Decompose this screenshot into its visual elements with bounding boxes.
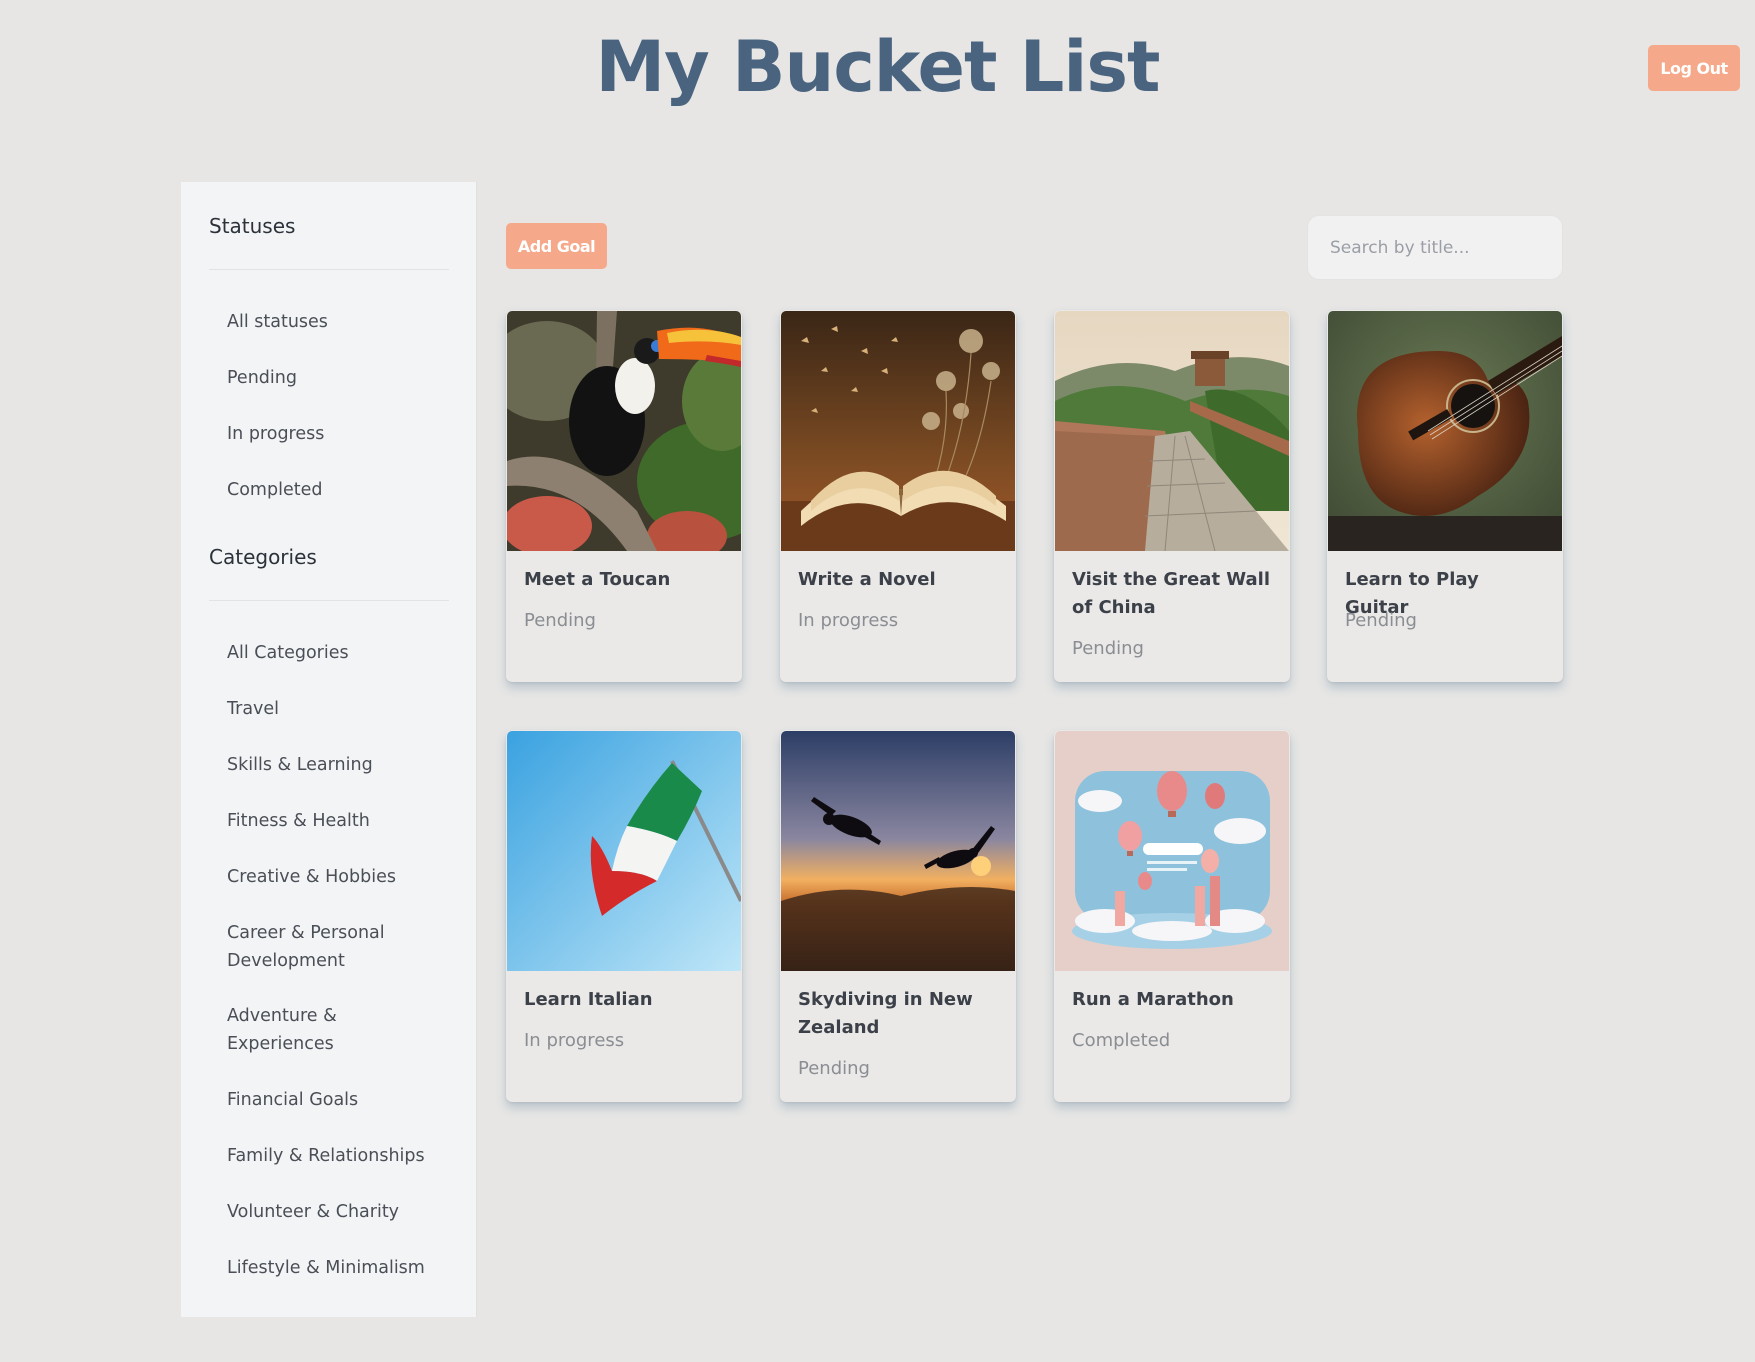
filter-sidebar: Statuses All statuses Pending In progres… [181,182,477,1317]
great-wall-photo [1055,311,1289,551]
acoustic-guitar-photo [1328,311,1562,551]
goal-card[interactable]: Visit the Great Wall of China Pending [1054,310,1290,682]
categories-divider [209,600,449,601]
categories-heading: Categories [209,545,317,569]
category-filter-all[interactable]: All Categories [227,639,457,667]
category-filter-fitness-health[interactable]: Fitness & Health [227,807,457,835]
category-filter-lifestyle-minimalism[interactable]: Lifestyle & Minimalism [227,1254,457,1282]
log-out-button[interactable]: Log Out [1648,45,1740,91]
statuses-divider [209,269,449,270]
goal-status: Pending [798,1058,870,1079]
page-title: My Bucket List [595,26,1160,108]
category-filter-skills-learning[interactable]: Skills & Learning [227,751,457,779]
goal-title: Run a Marathon [1072,989,1234,1010]
toucan-photo [507,311,741,551]
goal-title: Write a Novel [798,569,936,590]
add-goal-button[interactable]: Add Goal [506,223,607,269]
goal-title: Skydiving in New Zealand [798,989,973,1038]
goal-card[interactable]: Skydiving in New Zealand Pending [780,730,1016,1102]
goal-title: Learn Italian [524,989,653,1010]
goal-card[interactable]: Learn to Play Guitar Pending [1327,310,1563,682]
italian-flag-photo [507,731,741,971]
goal-card[interactable]: Meet a Toucan Pending [506,310,742,682]
goal-card[interactable]: Learn Italian In progress [506,730,742,1102]
goal-title: Meet a Toucan [524,569,671,590]
open-book-photo [781,311,1015,551]
skydivers-sunset-photo [781,731,1015,971]
category-filter-adventure-experiences[interactable]: Adventure & Experiences [227,1002,367,1058]
status-filter-completed[interactable]: Completed [227,476,457,504]
goal-status: Pending [524,610,596,631]
goal-status: In progress [798,610,899,631]
goal-card[interactable]: Run a Marathon Completed [1054,730,1290,1102]
category-filter-career-personal-development[interactable]: Career & Personal Development [227,919,407,975]
goal-status: Pending [1345,610,1417,631]
status-filter-pending[interactable]: Pending [227,364,457,392]
hot-air-balloons-illustration [1055,731,1289,971]
category-filter-creative-hobbies[interactable]: Creative & Hobbies [227,863,457,891]
category-filter-family-relationships[interactable]: Family & Relationships [227,1142,457,1170]
goal-title: Visit the Great Wall of China [1072,569,1271,618]
goal-status: Pending [1072,638,1144,659]
goal-status: In progress [524,1030,625,1051]
category-filter-volunteer-charity[interactable]: Volunteer & Charity [227,1198,457,1226]
goal-status: Completed [1072,1030,1171,1051]
category-filter-financial-goals[interactable]: Financial Goals [227,1086,457,1114]
status-filter-in-progress[interactable]: In progress [227,420,457,448]
category-filter-travel[interactable]: Travel [227,695,457,723]
statuses-heading: Statuses [209,214,296,238]
status-filter-all[interactable]: All statuses [227,308,457,336]
search-input[interactable] [1307,215,1563,280]
goal-card[interactable]: Write a Novel In progress [780,310,1016,682]
